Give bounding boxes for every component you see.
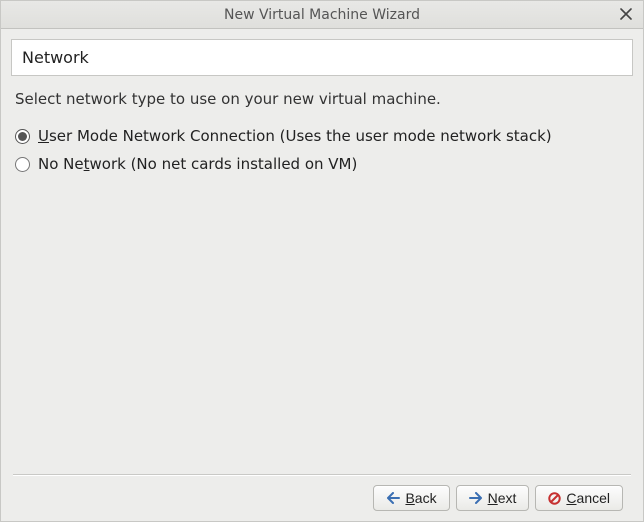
arrow-right-icon [469,492,483,504]
radio-no-network-input[interactable] [15,157,30,172]
page-title: Network [11,39,633,76]
back-button-label: Back [405,490,436,506]
window-title: New Virtual Machine Wizard [224,7,420,23]
radio-user-mode-label: User Mode Network Connection (Uses the u… [38,127,552,145]
cancel-icon [548,492,561,505]
content-area: Network Select network type to use on yo… [1,29,643,521]
radio-user-mode[interactable]: User Mode Network Connection (Uses the u… [15,122,629,150]
button-bar: Back Next Cancel [11,475,633,521]
close-icon[interactable] [617,5,635,23]
spacer [11,178,633,474]
radio-no-network[interactable]: No Network (No net cards installed on VM… [15,150,629,178]
back-button[interactable]: Back [373,485,449,511]
cancel-button-label: Cancel [566,490,610,506]
page-description: Select network type to use on your new v… [11,90,633,122]
cancel-button[interactable]: Cancel [535,485,623,511]
radio-no-network-label: No Network (No net cards installed on VM… [38,155,357,173]
titlebar: New Virtual Machine Wizard [1,1,643,29]
network-type-group: User Mode Network Connection (Uses the u… [11,122,633,178]
next-button-label: Next [488,490,517,506]
radio-user-mode-input[interactable] [15,129,30,144]
arrow-left-icon [386,492,400,504]
wizard-window: New Virtual Machine Wizard Network Selec… [0,0,644,522]
next-button[interactable]: Next [456,485,530,511]
